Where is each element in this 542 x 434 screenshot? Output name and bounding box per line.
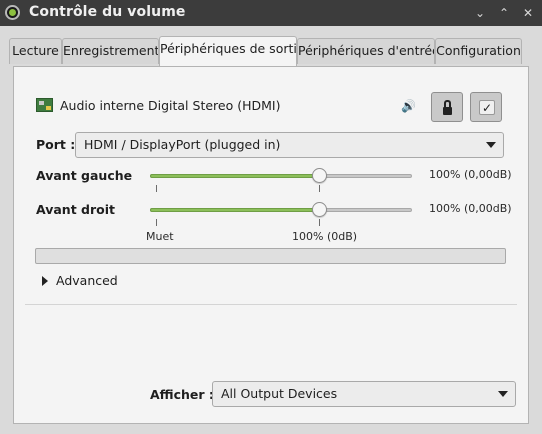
minimize-icon[interactable]: ⌄ — [470, 3, 490, 23]
channel-label-avant-gauche: Avant gauche — [36, 168, 133, 183]
volume-app-icon — [5, 5, 20, 20]
volume-fill — [150, 174, 320, 178]
channel-value-avant-gauche: 100% (0,00dB) — [429, 168, 512, 181]
channel-label-avant-droit: Avant droit — [36, 202, 115, 217]
close-icon[interactable]: ✕ — [518, 3, 538, 23]
title-bar: Contrôle du volume ⌄ ⌃ ✕ — [0, 0, 542, 26]
scale-label-100: 100% (0dB) — [292, 230, 358, 243]
slider-knob[interactable] — [312, 168, 327, 183]
tab-peripheriques-de-sortie[interactable]: Périphériques de sortie — [159, 36, 297, 66]
set-default-button[interactable]: ✓ — [470, 92, 502, 122]
scale-label-muet: Muet — [146, 230, 174, 243]
tick-mark — [156, 185, 157, 192]
show-value: All Output Devices — [221, 386, 338, 401]
slider-knob[interactable] — [312, 202, 327, 217]
advanced-expander[interactable]: Advanced — [56, 273, 118, 288]
speaker-icon[interactable]: 🔊 — [401, 99, 417, 113]
maximize-icon[interactable]: ⌃ — [494, 3, 514, 23]
volume-fill — [150, 208, 320, 212]
chevron-down-icon — [498, 391, 508, 397]
chevron-down-icon — [486, 142, 496, 148]
channel-value-avant-droit: 100% (0,00dB) — [429, 202, 512, 215]
expander-arrow-icon[interactable] — [42, 276, 48, 286]
port-select[interactable]: HDMI / DisplayPort (plugged in) — [75, 132, 504, 158]
check-icon: ✓ — [479, 100, 495, 115]
tick-mark — [319, 185, 320, 192]
tab-peripheriques-d-entree[interactable]: Périphériques d'entrée — [297, 38, 435, 64]
show-label: Afficher : — [150, 387, 214, 402]
volume-slider-avant-gauche[interactable] — [150, 168, 412, 184]
tab-configuration[interactable]: Configuration — [435, 38, 522, 64]
device-name: Audio interne Digital Stereo (HDMI) — [60, 98, 281, 113]
peak-level-meter — [35, 248, 506, 264]
lock-channels-button[interactable] — [431, 92, 463, 122]
volume-slider-avant-droit[interactable] — [150, 202, 412, 218]
port-label: Port : — [36, 137, 76, 152]
sound-card-icon — [36, 98, 53, 112]
port-value: HDMI / DisplayPort (plugged in) — [84, 137, 281, 152]
tick-mark — [319, 219, 320, 226]
show-select[interactable]: All Output Devices — [212, 381, 516, 407]
separator — [25, 304, 517, 305]
tab-enregistrement[interactable]: Enregistrement — [62, 38, 159, 64]
tab-lecture[interactable]: Lecture — [9, 38, 62, 64]
window-title: Contrôle du volume — [29, 4, 186, 20]
tick-mark — [156, 219, 157, 226]
